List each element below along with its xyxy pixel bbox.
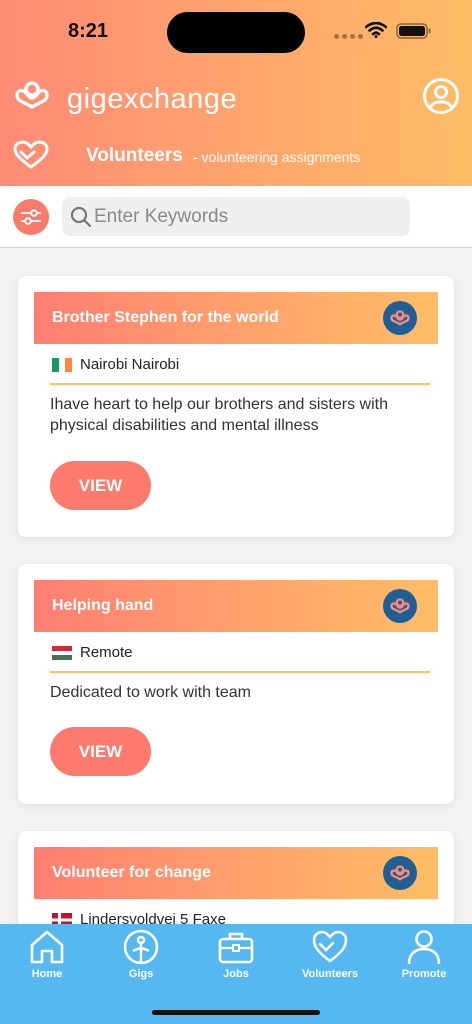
home-icon — [30, 930, 64, 964]
tab-jobs[interactable]: Jobs — [189, 924, 283, 994]
filter-button[interactable] — [13, 199, 49, 235]
wifi-icon — [365, 22, 387, 38]
briefcase-icon — [218, 932, 254, 964]
heart-icon — [13, 140, 49, 169]
tab-label: Promote — [401, 968, 447, 980]
card-title[interactable]: Volunteer for change — [52, 864, 211, 882]
card-header: Volunteer for change — [34, 847, 438, 899]
volunteer-card: Helping hand Remote Dedicated to work wi… — [18, 564, 454, 804]
heart-hands-icon — [312, 930, 348, 963]
logo-icon — [15, 81, 49, 110]
tab-label: Home — [31, 968, 63, 980]
flag-ireland-icon — [52, 358, 72, 372]
tab-promote[interactable]: Promote — [377, 924, 471, 994]
card-description: Dedicated to work with team — [50, 684, 251, 701]
tab-home[interactable]: Home — [0, 924, 94, 994]
volunteer-card: Brother Stephen for the world Nairobi Na… — [18, 276, 454, 537]
app-name: gigexchange — [67, 83, 237, 115]
profile-icon[interactable] — [422, 77, 460, 115]
status-time: 8:21 — [68, 20, 109, 42]
location-text: Remote — [80, 644, 133, 661]
signal-icon — [334, 34, 363, 39]
app-header: 8:21 gigexchange Volunteers - volunteeri… — [0, 0, 472, 186]
search-icon — [70, 206, 92, 228]
battery-icon — [396, 23, 431, 39]
badge-logo-icon — [383, 589, 417, 623]
tab-volunteers[interactable]: Volunteers — [283, 924, 377, 994]
flag-hungary-icon — [52, 646, 72, 660]
card-title[interactable]: Brother Stephen for the world — [52, 309, 279, 327]
tab-gigs[interactable]: Gigs — [94, 924, 188, 994]
search-input[interactable] — [94, 197, 404, 236]
person-icon — [407, 930, 441, 965]
tab-label: Volunteers — [301, 968, 359, 980]
gigs-icon — [123, 929, 159, 965]
tab-bar: Home Gigs Jobs Volunteers Promote — [0, 924, 472, 1024]
card-title[interactable]: Helping hand — [52, 597, 153, 615]
view-button[interactable]: VIEW — [50, 727, 151, 776]
view-button[interactable]: VIEW — [50, 461, 151, 510]
search-field — [62, 197, 410, 236]
location-text: Nairobi Nairobi — [80, 356, 180, 373]
page-title: Volunteers — [86, 145, 183, 166]
card-description: Ihave heart to help our brothers and sis… — [50, 396, 388, 434]
home-indicator — [152, 1010, 320, 1015]
status-bar: 8:21 — [0, 0, 472, 60]
dynamic-island — [167, 12, 305, 53]
divider — [50, 671, 430, 673]
divider — [50, 383, 430, 385]
badge-logo-icon — [383, 856, 417, 890]
badge-logo-icon — [383, 301, 417, 335]
tab-label: Jobs — [223, 968, 249, 980]
tab-label: Gigs — [128, 968, 154, 980]
page-subtitle: - volunteering assignments — [193, 149, 361, 165]
card-header: Helping hand — [34, 580, 438, 632]
card-header: Brother Stephen for the world — [34, 292, 438, 344]
sliders-icon — [21, 209, 41, 225]
